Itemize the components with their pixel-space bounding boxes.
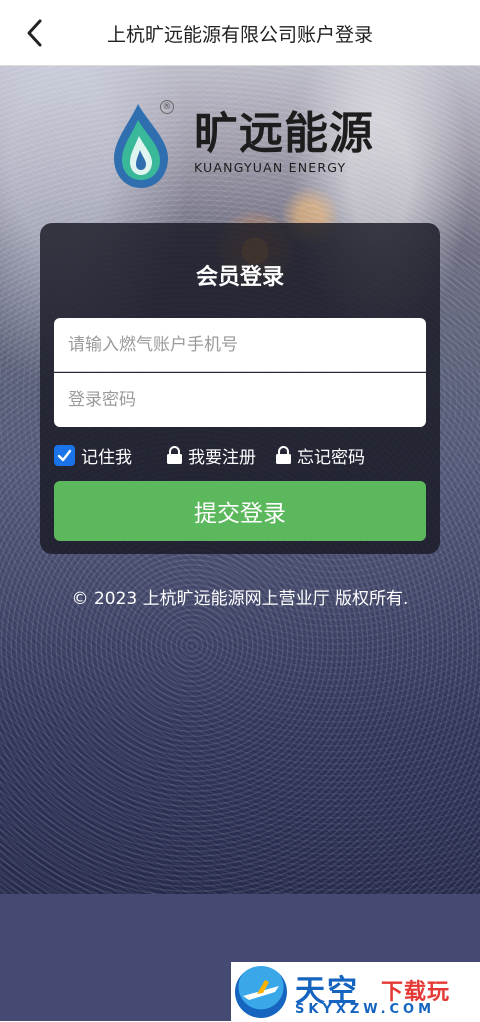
copyright-text: © 2023 上杭旷远能源网上营业厅 版权所有. xyxy=(71,589,409,609)
page-title: 上杭旷远能源有限公司账户登录 xyxy=(106,23,373,46)
registered-mark: ® xyxy=(160,100,174,114)
lock-icon xyxy=(276,446,291,464)
register-label: 我要注册 xyxy=(188,448,256,468)
site-watermark: 天空 下载玩 SKYXZW.COM xyxy=(231,962,480,1021)
remember-me-label: 记住我 xyxy=(81,448,132,468)
logo-title: 旷远能源 xyxy=(194,108,374,159)
phone-input[interactable] xyxy=(54,318,426,372)
chevron-left-icon xyxy=(27,19,42,47)
lock-icon xyxy=(167,446,182,464)
login-options: 记住我 我要注册 忘记密码 xyxy=(54,443,426,468)
checkbox-checked-icon xyxy=(54,445,75,466)
register-link[interactable]: 我要注册 xyxy=(166,443,256,468)
remember-me-checkbox[interactable]: 记住我 xyxy=(54,443,132,468)
app-header: 上杭旷远能源有限公司账户登录 xyxy=(0,0,480,66)
watermark-url: SKYXZW.COM xyxy=(295,1002,436,1017)
airplane-logo-icon xyxy=(235,966,287,1018)
login-card: 会员登录 记住我 我要注册 忘记密码 提交登录 xyxy=(40,223,440,554)
login-title: 会员登录 xyxy=(195,265,284,290)
password-input[interactable] xyxy=(54,373,426,427)
submit-login-button[interactable]: 提交登录 xyxy=(54,481,426,541)
logo-subtitle: KUANGYUAN ENERGY xyxy=(194,160,347,175)
company-logo: ® 旷远能源 KUANGYUAN ENERGY xyxy=(108,100,378,190)
forgot-password-link[interactable]: 忘记密码 xyxy=(275,443,365,468)
forgot-password-label: 忘记密码 xyxy=(297,448,365,468)
back-button[interactable] xyxy=(18,16,52,50)
